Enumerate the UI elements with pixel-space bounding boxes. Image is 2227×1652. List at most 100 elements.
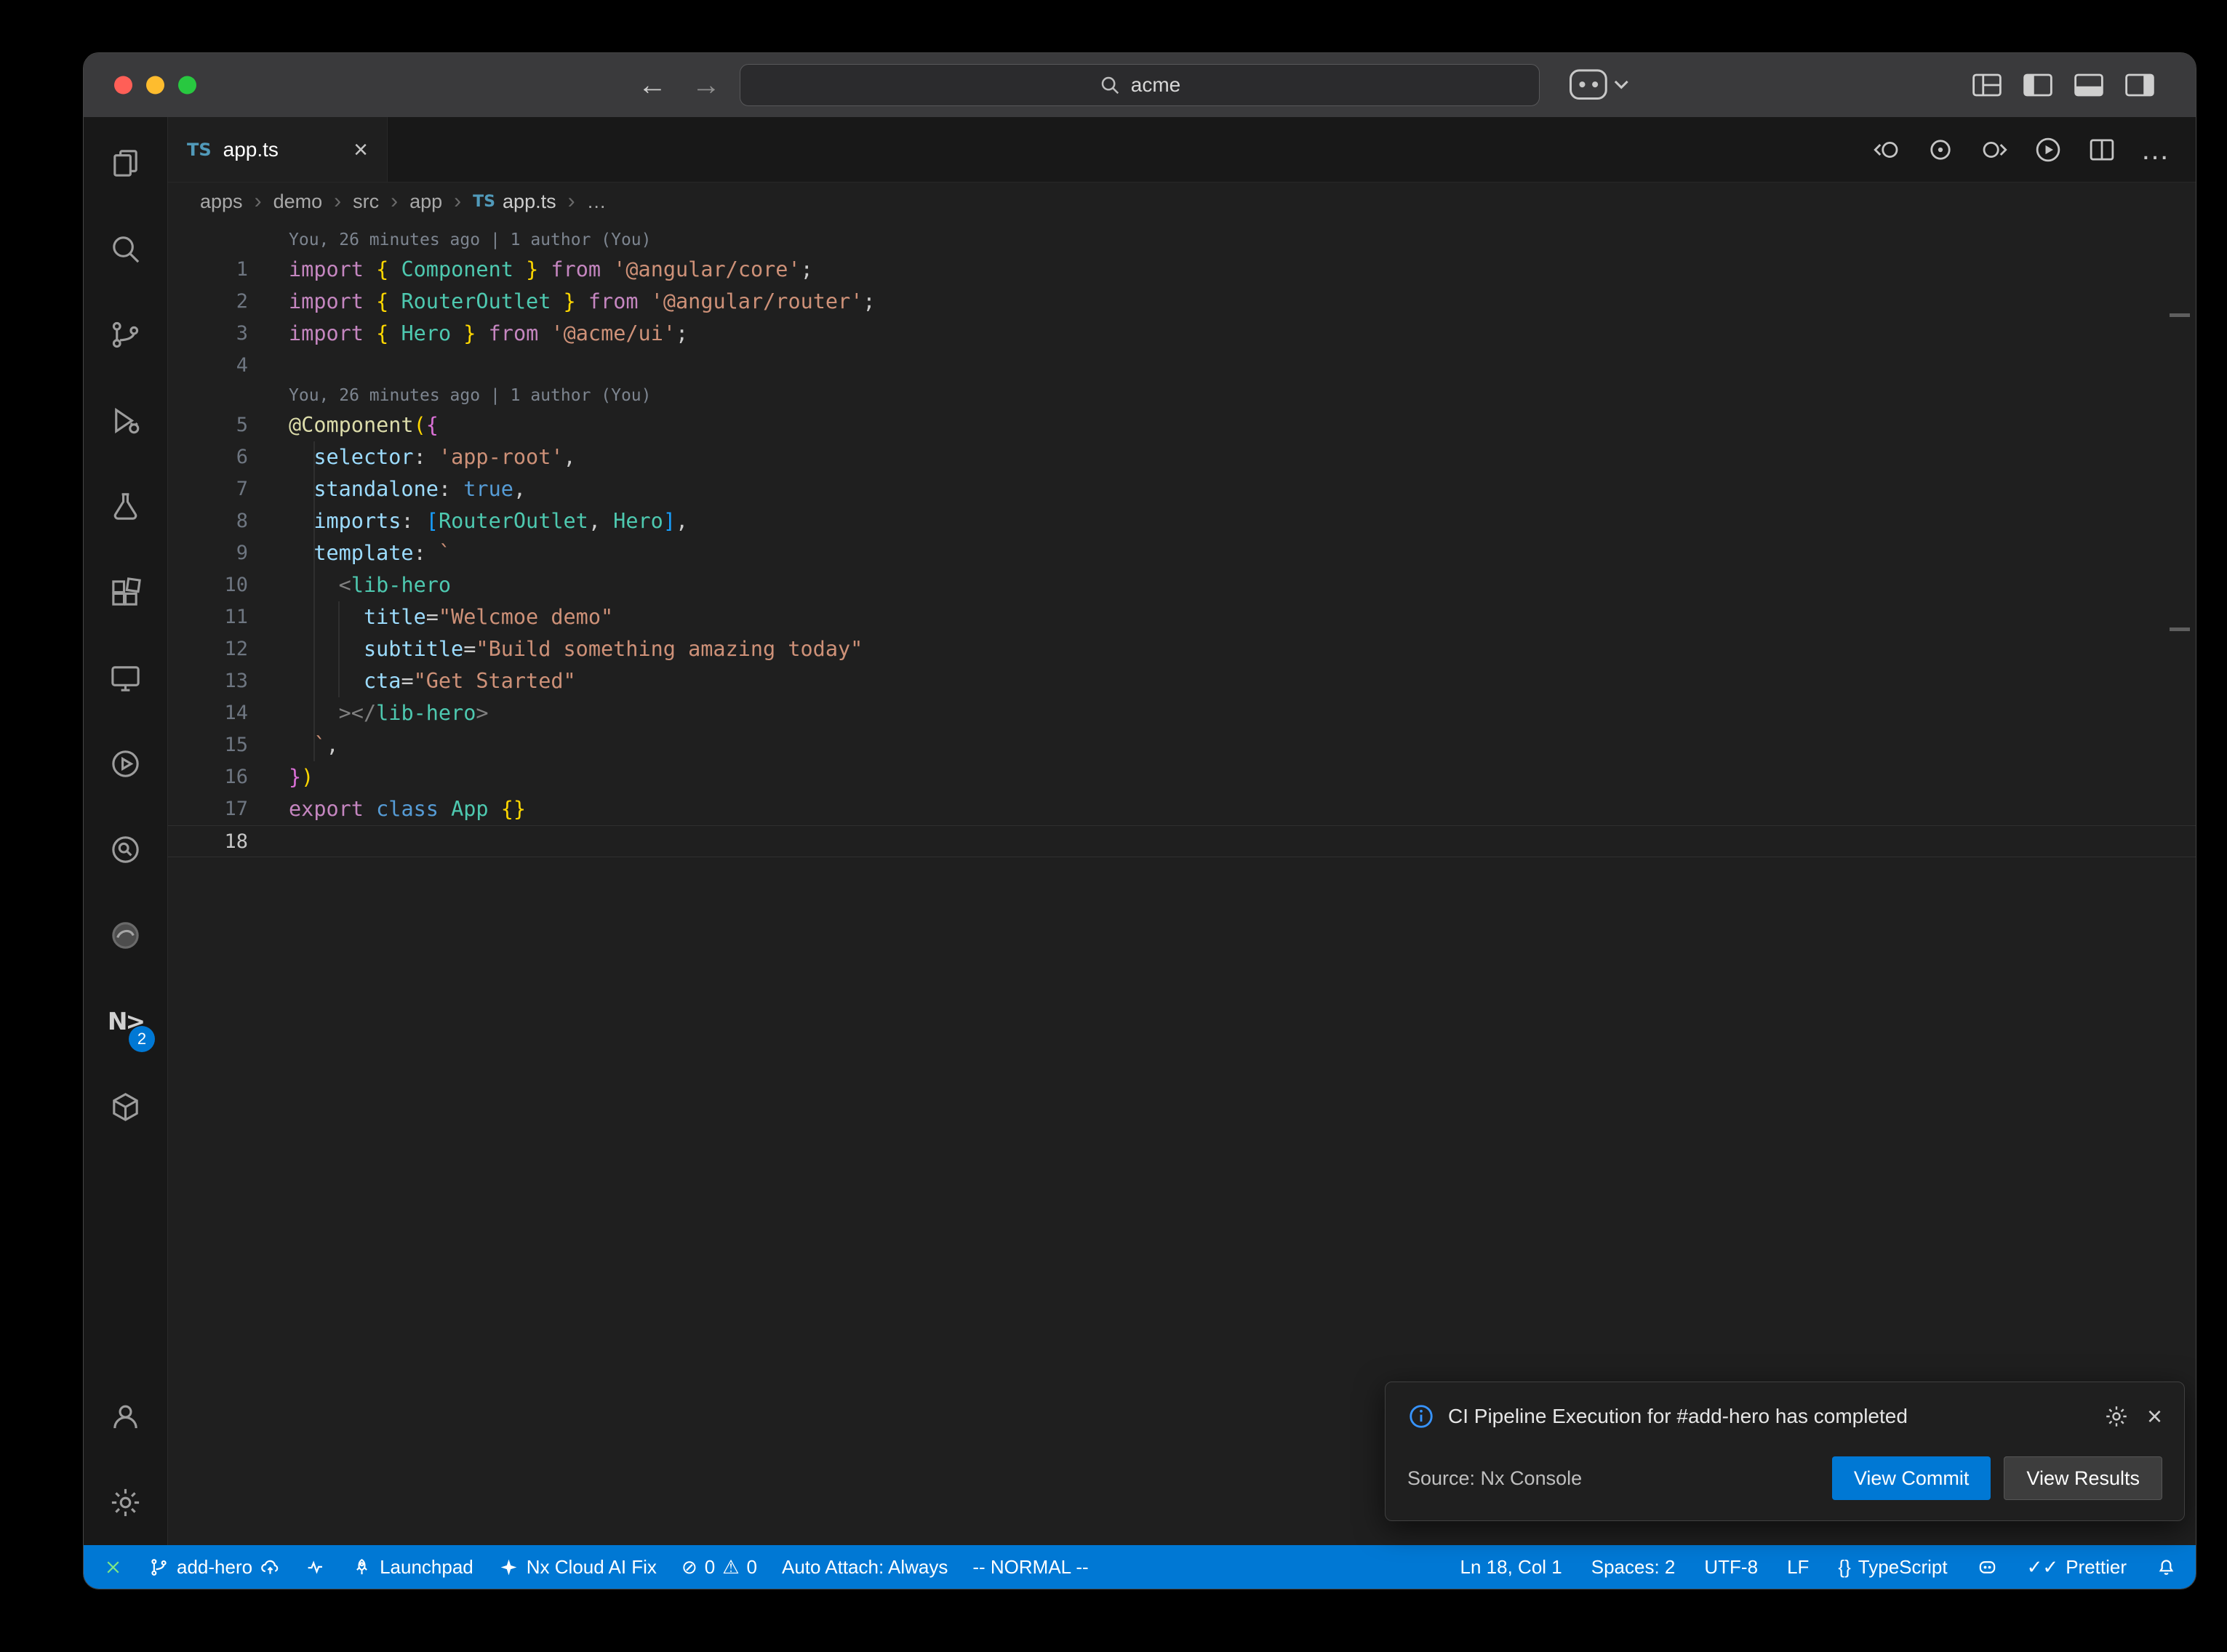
- toggle-secondary-sidebar-icon[interactable]: [2124, 72, 2155, 98]
- view-results-button[interactable]: View Results: [2004, 1456, 2162, 1500]
- problems-status[interactable]: ⊘ 0 ⚠ 0: [681, 1556, 757, 1579]
- breadcrumb-item-src[interactable]: src: [353, 191, 379, 213]
- code-editor[interactable]: You, 26 minutes ago | 1 author (You)1imp…: [168, 220, 2196, 1545]
- blame-annotation[interactable]: You, 26 minutes ago | 1 author (You): [168, 382, 2196, 409]
- breadcrumb-overflow[interactable]: …: [587, 191, 607, 213]
- code-line[interactable]: 12 subtitle="Build something amazing tod…: [168, 633, 2196, 665]
- error-icon: ⊘: [681, 1556, 697, 1579]
- code-line[interactable]: 8 imports: [RouterOutlet, Hero],: [168, 505, 2196, 537]
- go-back-icon[interactable]: ←: [638, 69, 667, 102]
- prettier-status[interactable]: ✓✓ Prettier: [2027, 1556, 2127, 1579]
- cursor-position-label: Ln 18, Col 1: [1460, 1556, 1562, 1579]
- go-forward-icon[interactable]: →: [692, 69, 721, 102]
- prettier-label: Prettier: [2066, 1556, 2127, 1579]
- bell-icon: [2156, 1557, 2177, 1578]
- sidebar-item-accounts[interactable]: [84, 1374, 167, 1459]
- split-editor-icon[interactable]: [2087, 135, 2117, 165]
- close-tab-icon[interactable]: ×: [353, 137, 368, 162]
- nx-cloud-status[interactable]: Nx Cloud AI Fix: [498, 1556, 657, 1579]
- code-text: import { Component } from '@angular/core…: [248, 254, 813, 286]
- code-line[interactable]: 7 standalone: true,: [168, 473, 2196, 505]
- code-line[interactable]: 5@Component({: [168, 409, 2196, 441]
- minimize-window-button[interactable]: [146, 76, 164, 95]
- nx-cloud-label: Nx Cloud AI Fix: [527, 1556, 657, 1579]
- previous-change-icon[interactable]: [1871, 135, 1902, 165]
- sidebar-item-nx-run[interactable]: [84, 721, 167, 806]
- auto-attach-status[interactable]: Auto Attach: Always: [782, 1556, 948, 1579]
- code-line[interactable]: 6 selector: 'app-root',: [168, 441, 2196, 473]
- sidebar-item-extensions[interactable]: [84, 549, 167, 635]
- account-icon: [108, 1400, 143, 1434]
- copilot-menu[interactable]: [1569, 68, 1630, 103]
- code-line[interactable]: 1import { Component } from '@angular/cor…: [168, 254, 2196, 286]
- encoding-status[interactable]: UTF-8: [1704, 1556, 1758, 1579]
- notification-close-icon[interactable]: ×: [2147, 1403, 2162, 1430]
- code-line[interactable]: 4: [168, 350, 2196, 382]
- toggle-panel-icon[interactable]: [2074, 72, 2104, 98]
- git-branch-status[interactable]: add-hero: [148, 1556, 281, 1579]
- code-line[interactable]: 10 <lib-hero: [168, 569, 2196, 601]
- indentation-status[interactable]: Spaces: 2: [1591, 1556, 1676, 1579]
- blame-annotation[interactable]: You, 26 minutes ago | 1 author (You): [168, 226, 2196, 254]
- command-center-search[interactable]: acme: [740, 64, 1540, 106]
- code-text: `,: [248, 729, 339, 761]
- cursor-position-status[interactable]: Ln 18, Col 1: [1460, 1556, 1562, 1579]
- breadcrumb-item-app[interactable]: app: [409, 191, 442, 213]
- code-rows: You, 26 minutes ago | 1 author (You)1imp…: [168, 220, 2196, 857]
- eol-status[interactable]: LF: [1787, 1556, 1809, 1579]
- nx-badge: 2: [129, 1026, 155, 1052]
- sidebar-item-code-search[interactable]: [84, 806, 167, 892]
- code-line[interactable]: 11 title="Welcmoe demo": [168, 601, 2196, 633]
- run-file-icon[interactable]: [2033, 135, 2063, 165]
- copilot-status[interactable]: [1977, 1557, 1998, 1578]
- sidebar-item-source-control[interactable]: [84, 292, 167, 377]
- line-number: 11: [168, 601, 248, 633]
- code-line[interactable]: 9 template: `: [168, 537, 2196, 569]
- code-line[interactable]: 3import { Hero } from '@acme/ui';: [168, 318, 2196, 350]
- line-number: 13: [168, 665, 248, 697]
- tab-bar: TS app.ts × …: [168, 117, 2196, 183]
- breadcrumb-item-demo[interactable]: demo: [273, 191, 323, 213]
- zoom-window-button[interactable]: [178, 76, 196, 95]
- sidebar-item-remote-explorer[interactable]: [84, 635, 167, 721]
- more-actions-icon[interactable]: …: [2140, 135, 2170, 164]
- close-window-button[interactable]: [114, 76, 132, 95]
- sidebar-item-package[interactable]: [84, 1064, 167, 1150]
- notifications-status[interactable]: [2156, 1557, 2177, 1578]
- code-text: }): [248, 761, 313, 793]
- sidebar-item-settings[interactable]: [84, 1459, 167, 1545]
- sidebar-item-testing[interactable]: [84, 463, 167, 549]
- customize-layout-icon[interactable]: [1972, 72, 2002, 98]
- code-line[interactable]: 16}): [168, 761, 2196, 793]
- sidebar-item-nx-console[interactable]: N> 2: [84, 978, 167, 1064]
- pulse-status[interactable]: [305, 1557, 327, 1578]
- code-line[interactable]: 18: [168, 825, 2196, 857]
- chevron-down-icon: [1615, 81, 1628, 87]
- code-line[interactable]: 17export class App {}: [168, 793, 2196, 825]
- tab-app-ts[interactable]: TS app.ts ×: [168, 117, 388, 182]
- sidebar-item-run-debug[interactable]: [84, 377, 167, 463]
- code-line[interactable]: 15 `,: [168, 729, 2196, 761]
- launchpad-status[interactable]: Launchpad: [351, 1556, 473, 1579]
- language-mode-status[interactable]: {} TypeScript: [1838, 1556, 1947, 1579]
- sidebar-item-search[interactable]: [84, 206, 167, 292]
- chevron-right-icon: ›: [255, 189, 262, 214]
- notification-settings-icon[interactable]: [2103, 1403, 2130, 1430]
- code-text: @Component({: [248, 409, 439, 441]
- chevron-right-icon: ›: [454, 189, 461, 214]
- breadcrumb-item-apps[interactable]: apps: [200, 191, 243, 213]
- next-change-icon[interactable]: [1979, 135, 2010, 165]
- sidebar-item-logo-extension[interactable]: [84, 892, 167, 978]
- breadcrumb-item-file[interactable]: TS app.ts: [473, 191, 556, 213]
- gear-icon: [108, 1485, 143, 1520]
- compare-changes-icon[interactable]: [1925, 135, 1956, 165]
- remote-indicator[interactable]: [103, 1557, 124, 1578]
- rocket-icon: [351, 1557, 372, 1578]
- toggle-sidebar-icon[interactable]: [2023, 72, 2053, 98]
- view-commit-button[interactable]: View Commit: [1832, 1456, 1991, 1500]
- code-line[interactable]: 14 ></lib-hero>: [168, 697, 2196, 729]
- warning-icon: ⚠: [722, 1556, 739, 1579]
- code-line[interactable]: 13 cta="Get Started": [168, 665, 2196, 697]
- code-line[interactable]: 2import { RouterOutlet } from '@angular/…: [168, 286, 2196, 318]
- sidebar-item-explorer[interactable]: [84, 120, 167, 206]
